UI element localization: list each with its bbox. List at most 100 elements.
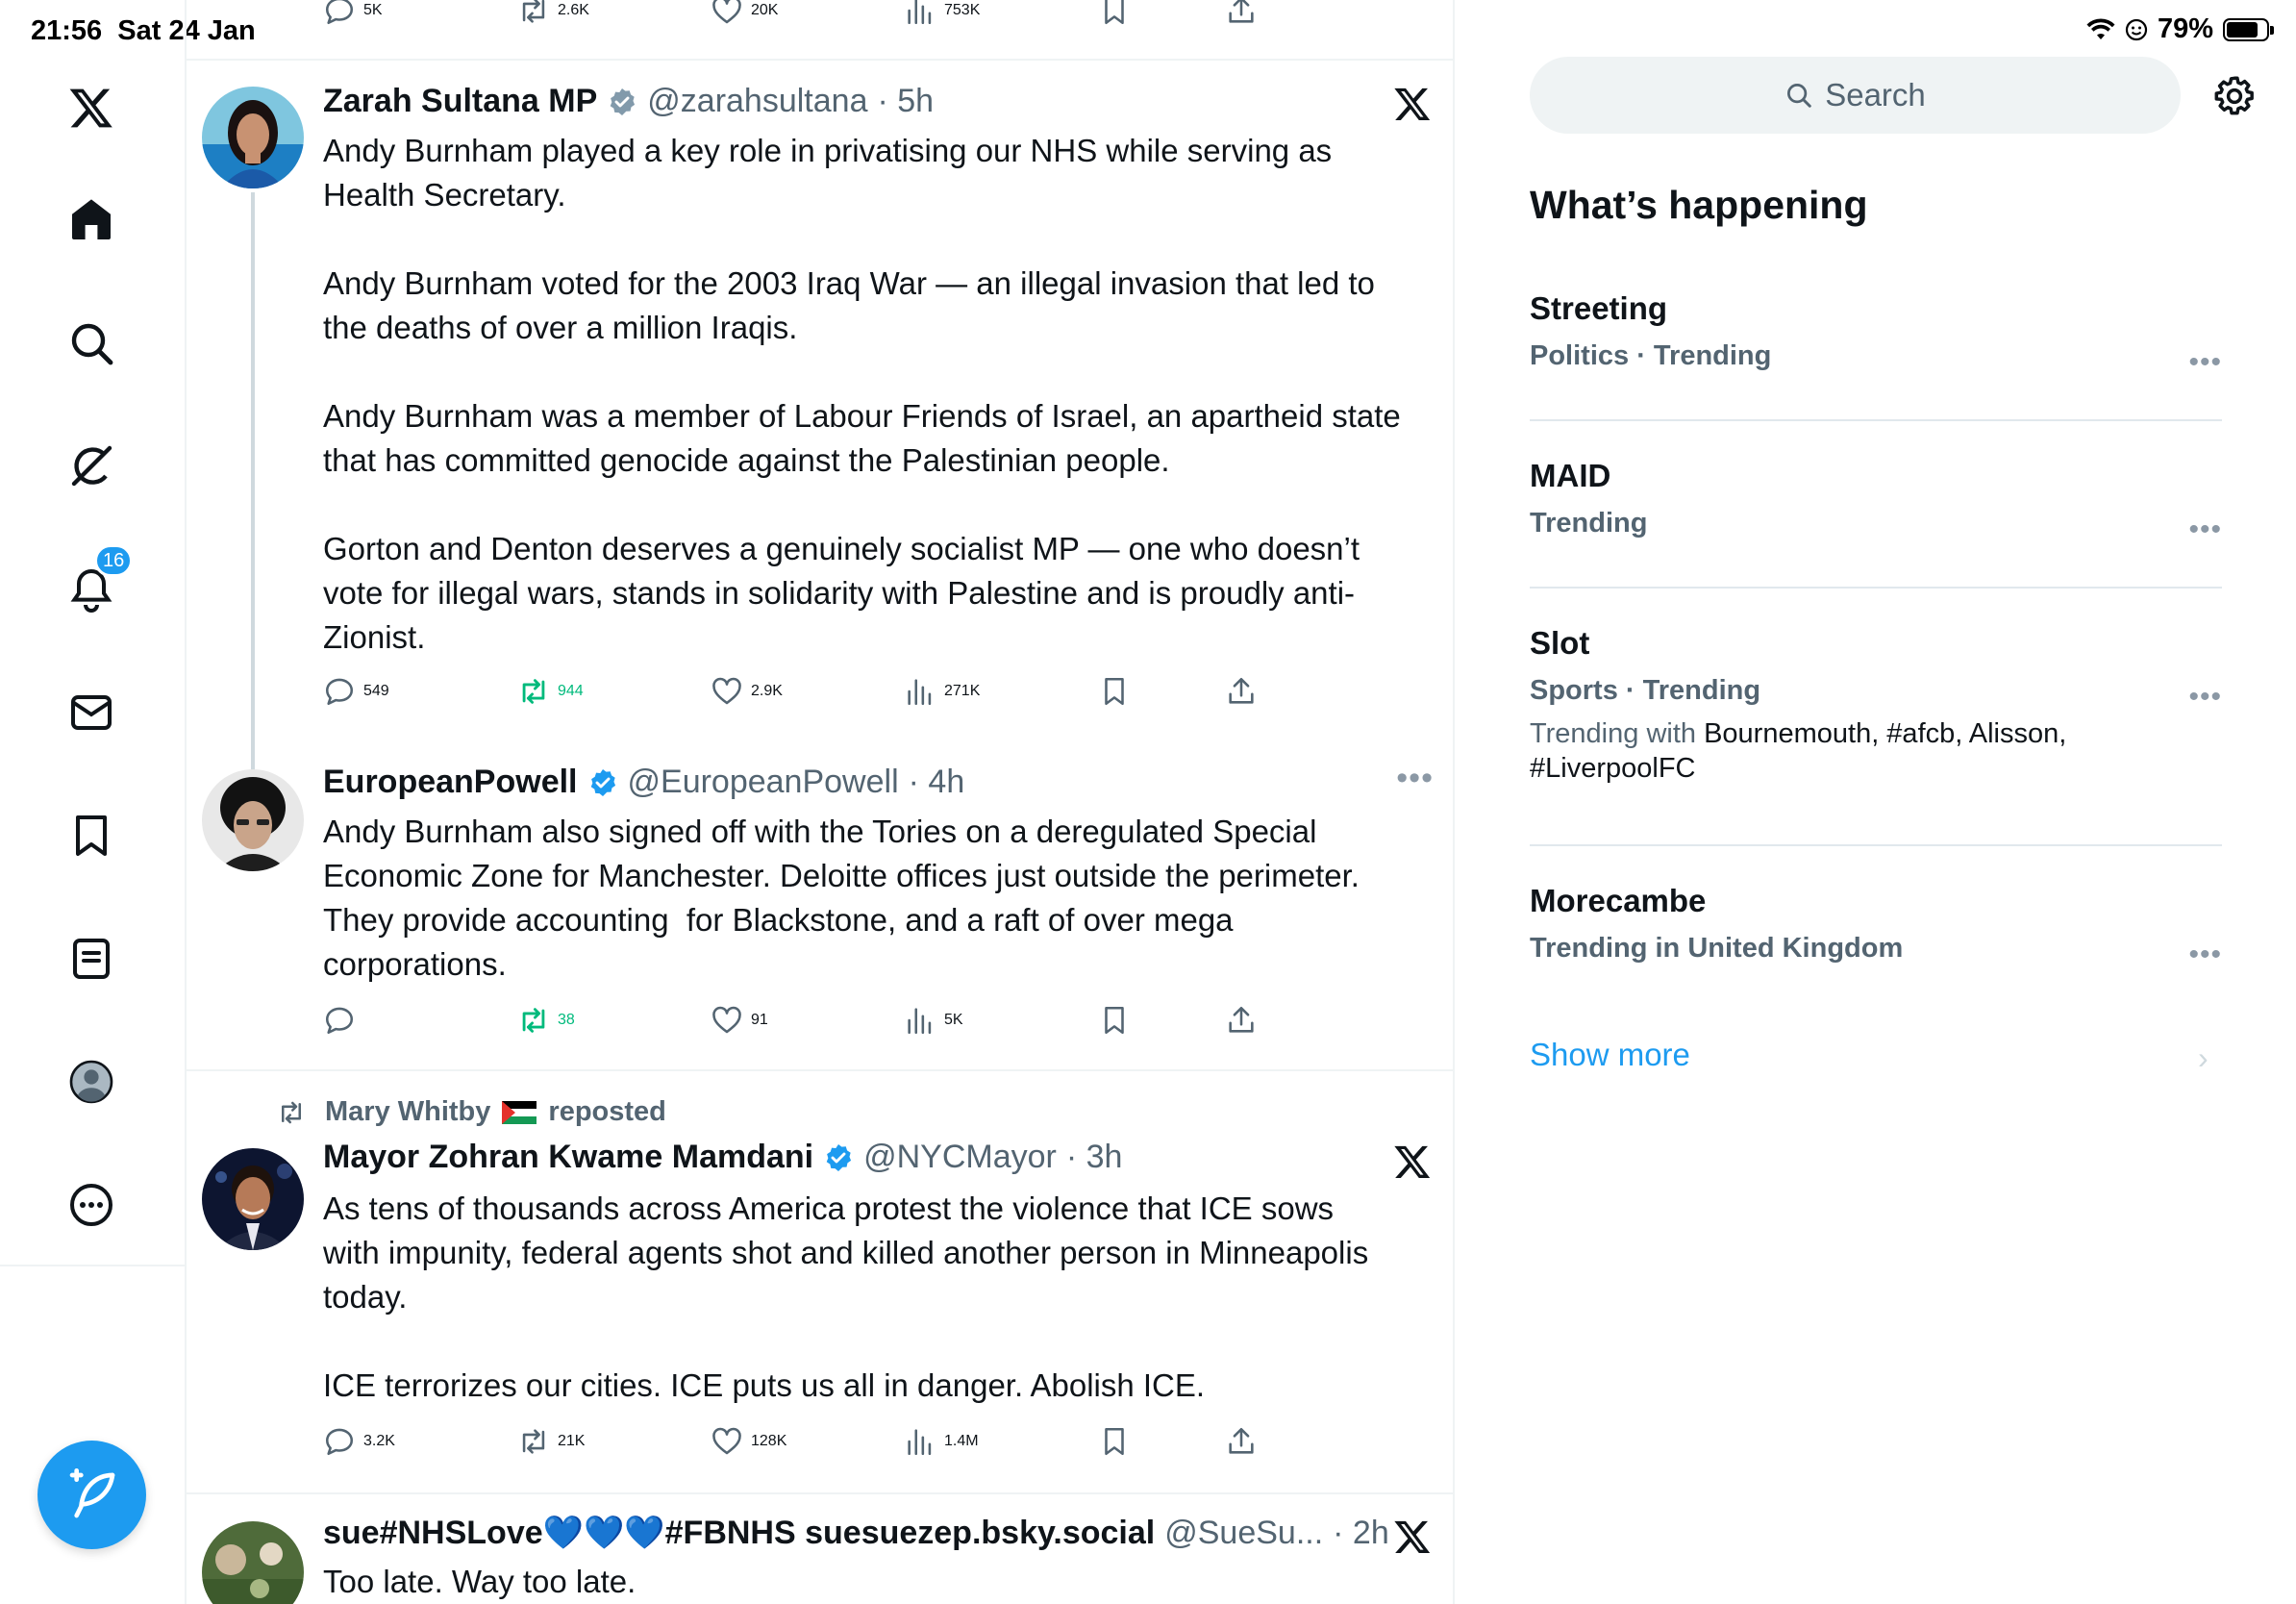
avatar[interactable] (202, 769, 304, 871)
more-options-icon[interactable]: ••• (2188, 939, 2222, 971)
author-name[interactable]: EuropeanPowell (323, 764, 578, 801)
verified-badge-icon (826, 1143, 852, 1171)
views-icon (908, 1008, 932, 1035)
trend-related: Trending with Bournemouth, #afcb, Alisso… (1530, 718, 2067, 784)
author-handle[interactable]: @zarahsultana (647, 83, 867, 120)
bookmark-button[interactable] (1098, 1004, 1131, 1037)
reply-button[interactable]: 5K (323, 0, 383, 27)
trend-meta: Politics · Trending (1530, 340, 1772, 371)
views-button[interactable]: 271K (904, 675, 980, 708)
like-button[interactable]: 2.9K (711, 675, 783, 708)
status-right: 79% (2086, 13, 2274, 45)
repost-icon (522, 1429, 545, 1454)
x-logo-icon[interactable] (1393, 1517, 1432, 1556)
search-input[interactable]: Search (1530, 57, 2181, 134)
gear-icon[interactable] (2213, 75, 2256, 117)
trend-item[interactable]: Morecambe Trending in United Kingdom ••• (1530, 883, 2222, 970)
share-button[interactable] (1225, 0, 1258, 27)
heart-icon (712, 0, 741, 24)
author-handle[interactable]: @SueSu... (1164, 1515, 1323, 1552)
show-more-link[interactable]: Show more (1530, 1037, 1690, 1073)
avatar[interactable] (202, 1148, 304, 1250)
tweet[interactable]: EuropeanPowell @EuropeanPowell · 4h ••• … (187, 740, 1453, 1067)
grok-icon[interactable] (63, 439, 119, 494)
x-logo-icon[interactable] (63, 80, 119, 136)
bookmark-button[interactable] (1098, 1425, 1131, 1458)
author-name[interactable]: Zarah Sultana MP (323, 83, 597, 120)
tweet-text: As tens of thousands across America prot… (323, 1190, 1369, 1403)
tweet-time[interactable]: · 5h (877, 83, 934, 120)
views-button[interactable]: 5K (904, 1004, 963, 1037)
trend-item[interactable]: Streeting Politics · Trending ••• (1530, 290, 2222, 378)
reply-button[interactable]: 3.2K (323, 1425, 395, 1458)
repost-icon (522, 1008, 545, 1033)
trend-item[interactable]: MAID Trending ••• (1530, 458, 2222, 545)
repost-button[interactable]: 2.6K (517, 0, 589, 27)
tweet-actions: 3.2K 21K 128K 1.4M (187, 1425, 1453, 1464)
tweet[interactable]: Mary Whitby reposted Mayor Zohran Kwame … (187, 1071, 1453, 1492)
trend-meta: Trending (1530, 508, 1648, 539)
home-icon[interactable] (63, 191, 119, 247)
more-options-icon[interactable]: ••• (2188, 681, 2222, 714)
more-options-icon[interactable]: ••• (2188, 346, 2222, 379)
profile-icon[interactable] (63, 1054, 119, 1110)
battery-icon (2223, 17, 2274, 41)
tweet[interactable]: sue#NHSLove💙💙💙#FBNHS suesuezep.bsky.soci… (187, 1494, 1453, 1604)
reply-icon (325, 1428, 354, 1456)
chevron-right-icon[interactable]: › (2198, 1040, 2209, 1076)
separator (1530, 587, 2222, 589)
search-icon[interactable] (63, 315, 119, 371)
bookmark-button[interactable] (1098, 675, 1131, 708)
like-button[interactable]: 128K (711, 1425, 786, 1458)
wifi-icon (2086, 17, 2115, 39)
avatar[interactable] (202, 87, 304, 188)
reply-button[interactable] (323, 1004, 363, 1037)
lists-icon[interactable] (63, 931, 119, 987)
repost-button[interactable]: 21K (517, 1425, 585, 1458)
tweet-actions: 549 944 2.9K 271K (187, 675, 1453, 714)
reposter-name[interactable]: Mary Whitby (325, 1096, 490, 1128)
repost-suffix: reposted (548, 1096, 666, 1127)
share-button[interactable] (1225, 1004, 1258, 1037)
notifications-icon[interactable]: 16 (63, 544, 134, 617)
trend-name: Slot (1530, 625, 1590, 661)
tweet-header: EuropeanPowell @EuropeanPowell · 4h (323, 764, 964, 801)
repost-button[interactable]: 38 (517, 1004, 575, 1037)
more-icon[interactable] (63, 1177, 119, 1233)
tweet-time[interactable]: · 2h (1333, 1515, 1389, 1552)
like-button[interactable]: 20K (711, 0, 778, 27)
share-icon (1229, 0, 1254, 23)
trend-item[interactable]: Slot Sports · Trending Trending with Bou… (1530, 625, 2222, 786)
repost-button[interactable]: 944 (517, 675, 584, 708)
tweet-time[interactable]: · 3h (1066, 1139, 1123, 1176)
tweet-header: Mayor Zohran Kwame Mamdani @NYCMayor · 3… (323, 1139, 1122, 1176)
timeline: 5K 2.6K 20K 753K Zarah Sultana MP @zarah… (187, 0, 1453, 1604)
more-options-icon[interactable]: ••• (2188, 514, 2222, 546)
author-handle[interactable]: @NYCMayor (863, 1139, 1057, 1176)
messages-icon[interactable] (63, 685, 119, 740)
share-button[interactable] (1225, 1425, 1258, 1458)
tweet-time[interactable]: · 4h (909, 764, 965, 801)
author-name[interactable]: sue#NHSLove💙💙💙#FBNHS suesuezep.bsky.soci… (323, 1514, 1155, 1552)
more-options-icon[interactable]: ••• (1396, 760, 1434, 797)
bookmark-button[interactable] (1098, 0, 1131, 27)
like-button[interactable]: 91 (711, 1004, 768, 1037)
focus-icon (2125, 18, 2148, 40)
bookmarks-icon[interactable] (63, 808, 119, 864)
reply-icon (325, 678, 354, 706)
compose-button[interactable] (37, 1441, 146, 1549)
reply-button[interactable]: 549 (323, 675, 389, 708)
views-button[interactable]: 1.4M (904, 1425, 979, 1458)
author-name[interactable]: Mayor Zohran Kwame Mamdani (323, 1139, 813, 1176)
author-handle[interactable]: @EuropeanPowell (628, 764, 899, 801)
tweet-actions: 5K 2.6K 20K 753K (187, 0, 1453, 33)
x-logo-icon[interactable] (1393, 1142, 1432, 1181)
share-icon (1229, 1427, 1254, 1454)
share-button[interactable] (1225, 675, 1258, 708)
views-button[interactable]: 753K (904, 0, 980, 27)
avatar[interactable] (202, 1521, 304, 1604)
repost-icon (522, 679, 545, 704)
battery-percent: 79% (2157, 13, 2213, 44)
repost-icon (282, 1101, 301, 1123)
x-logo-icon[interactable] (1393, 85, 1432, 123)
